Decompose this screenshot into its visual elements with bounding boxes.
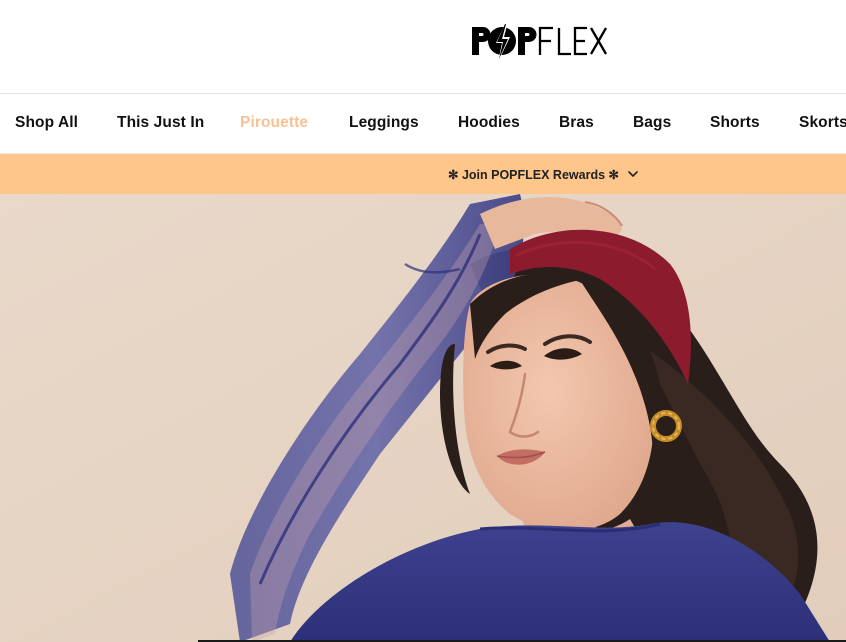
chevron-down-icon[interactable] — [627, 168, 639, 180]
nav-item-this-just-in[interactable]: This Just In — [117, 114, 204, 132]
hero-image[interactable] — [0, 194, 846, 642]
main-nav: Shop All This Just In Pirouette Leggings… — [0, 94, 846, 154]
page: Shop All This Just In Pirouette Leggings… — [0, 0, 846, 642]
nav-item-shorts[interactable]: Shorts — [710, 114, 760, 132]
rewards-banner-content: ✻ Join POPFLEX Rewards ✻ — [448, 165, 639, 183]
nav-item-skorts[interactable]: Skorts — [799, 114, 846, 132]
nav-item-pirouette[interactable]: Pirouette — [240, 114, 308, 132]
nav-item-shop-all[interactable]: Shop All — [15, 114, 78, 132]
popflex-logo-mark — [472, 22, 607, 62]
popflex-logo[interactable] — [470, 18, 608, 64]
site-header — [0, 0, 846, 94]
rewards-banner[interactable]: ✻ Join POPFLEX Rewards ✻ — [0, 154, 846, 194]
nav-item-bras[interactable]: Bras — [559, 114, 594, 132]
nav-item-bags[interactable]: Bags — [633, 114, 671, 132]
rewards-banner-label: ✻ Join POPFLEX Rewards ✻ — [448, 167, 619, 182]
hero-photo — [0, 194, 846, 642]
nav-item-hoodies[interactable]: Hoodies — [458, 114, 520, 132]
nav-item-leggings[interactable]: Leggings — [349, 114, 419, 132]
